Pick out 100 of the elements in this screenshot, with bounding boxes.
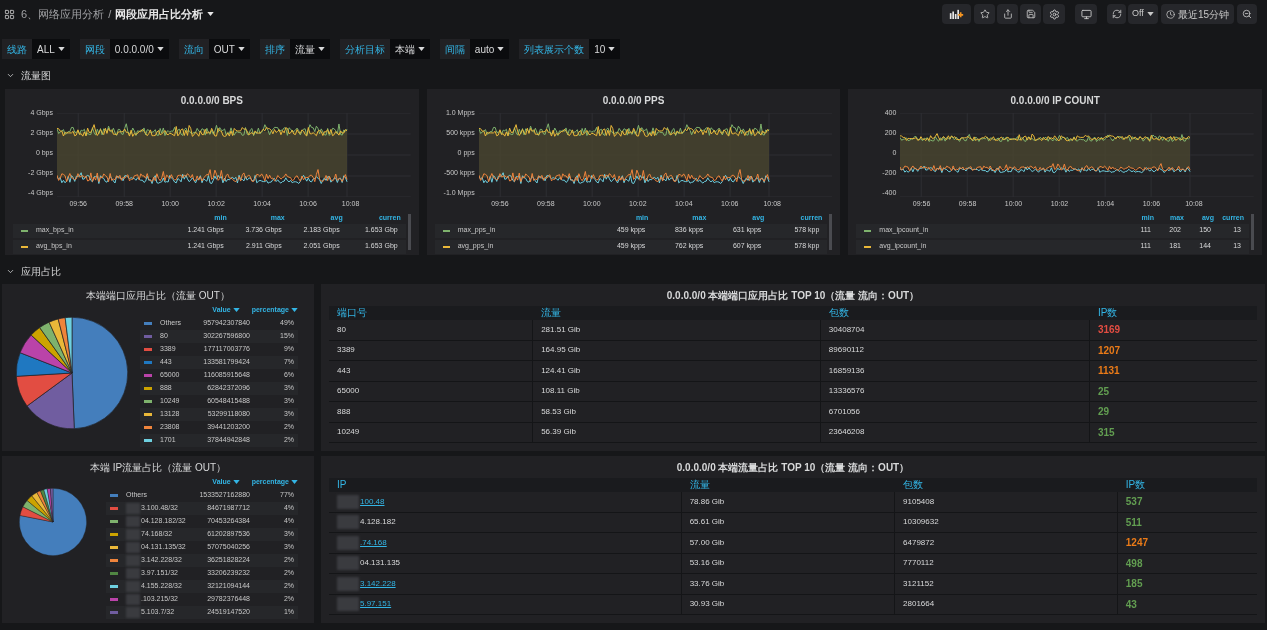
breadcrumb-folder[interactable]: 6、网络应用分析 bbox=[21, 5, 105, 23]
time-range-button[interactable]: 最近15分钟 bbox=[1160, 4, 1234, 24]
blur-mask bbox=[126, 568, 140, 579]
blur-mask bbox=[126, 581, 140, 592]
caret-icon bbox=[291, 480, 298, 484]
dashboard-title[interactable]: 网段应用占比分析 bbox=[115, 5, 215, 23]
column-header[interactable]: 流量 bbox=[681, 479, 896, 491]
table-cell-text: 315 bbox=[1097, 425, 1115, 440]
ip-link[interactable]: 3.142.228 bbox=[360, 577, 396, 590]
table-cell: 7770112 bbox=[903, 557, 934, 570]
refresh-interval-button[interactable]: Off bbox=[1128, 4, 1158, 24]
settings-button[interactable] bbox=[1043, 4, 1066, 24]
caret-icon bbox=[237, 47, 245, 51]
blur-mask bbox=[337, 535, 359, 550]
variable-label: 线路 bbox=[2, 39, 32, 59]
ip-link[interactable]: .74.168 bbox=[360, 536, 387, 549]
caret-icon bbox=[207, 12, 215, 16]
column-header[interactable]: 流量 bbox=[533, 307, 821, 319]
caret-icon bbox=[417, 47, 425, 51]
clock-icon bbox=[1165, 9, 1175, 19]
variable-dropdown[interactable]: 0.0.0.0/0 bbox=[109, 39, 169, 59]
monitor-icon bbox=[1080, 8, 1092, 20]
table-cell-text: 25 bbox=[1097, 384, 1110, 399]
refresh-icon bbox=[1111, 9, 1122, 19]
add-panel-button[interactable] bbox=[942, 4, 972, 24]
scrollbar[interactable] bbox=[829, 213, 833, 250]
table-cell: 9105408 bbox=[903, 495, 935, 508]
ip-link[interactable]: 5.97.151 bbox=[360, 598, 392, 611]
table-cell: 6479872 bbox=[903, 536, 935, 549]
row-header[interactable]: 流量图 bbox=[2, 67, 1265, 83]
scrollbar[interactable] bbox=[1251, 213, 1254, 250]
monitor-button[interactable] bbox=[1075, 4, 1098, 24]
table-cell: 89690112 bbox=[828, 344, 864, 357]
table-cell: 4.128.182 bbox=[360, 516, 396, 529]
panel-title: 0.0.0.0/0 IP COUNT bbox=[1009, 94, 1101, 108]
variable-dropdown[interactable]: 本端 bbox=[389, 39, 430, 59]
blur-mask bbox=[126, 516, 140, 527]
row-title: 流量图 bbox=[21, 68, 51, 83]
table-cell: 281.51 Gib bbox=[541, 323, 581, 336]
column-header[interactable]: IP数 bbox=[1089, 307, 1257, 319]
caret-icon bbox=[608, 47, 616, 51]
share-icon bbox=[1002, 9, 1013, 19]
table-cell: 23646208 bbox=[828, 426, 865, 439]
column-header[interactable]: 端口号 bbox=[329, 307, 534, 319]
column-header[interactable]: 包数 bbox=[820, 307, 1090, 319]
variable-dropdown[interactable]: 流量 bbox=[289, 39, 330, 59]
blur-mask bbox=[337, 494, 359, 509]
table-cell: 30.93 Gib bbox=[689, 598, 725, 611]
table-cell: 78.86 Gib bbox=[689, 495, 725, 508]
variable-label: 排序 bbox=[259, 39, 290, 59]
variable-dropdown[interactable]: ALL bbox=[32, 39, 70, 59]
column-header[interactable]: IP数 bbox=[1117, 479, 1257, 491]
table-cell: 65000 bbox=[337, 385, 360, 398]
variable-label: 网段 bbox=[79, 39, 110, 59]
breadcrumb-separator: / bbox=[108, 6, 112, 22]
blur-mask bbox=[337, 556, 359, 571]
variable-dropdown[interactable]: auto bbox=[469, 39, 510, 59]
variable-label: 流向 bbox=[178, 39, 209, 59]
caret-icon bbox=[232, 480, 240, 484]
caret-icon bbox=[156, 47, 164, 51]
table-cell: 10249 bbox=[337, 426, 360, 439]
save-button[interactable] bbox=[1020, 4, 1042, 24]
share-button[interactable] bbox=[997, 4, 1019, 24]
row-title: 应用占比 bbox=[21, 264, 61, 279]
table-cell: 33.76 Gib bbox=[689, 577, 725, 590]
scrollbar[interactable] bbox=[407, 213, 411, 250]
table-cell: 57.00 Gib bbox=[689, 536, 725, 549]
table-cell-text: 511 bbox=[1125, 515, 1142, 530]
ip-link[interactable]: 100.48 bbox=[360, 495, 385, 508]
variable-dropdown[interactable]: OUT bbox=[208, 39, 250, 59]
table-cell-text: 1131 bbox=[1097, 364, 1120, 379]
table-cell: 10309632 bbox=[903, 516, 939, 529]
table-cell-text: 537 bbox=[1125, 495, 1143, 510]
row-header[interactable]: 应用占比 bbox=[2, 263, 1265, 279]
table-cell: 16859136 bbox=[828, 364, 865, 377]
blur-mask bbox=[337, 597, 359, 612]
column-header[interactable]: 包数 bbox=[895, 479, 1118, 491]
zoom-out-icon bbox=[1242, 9, 1252, 19]
blur-mask bbox=[337, 576, 359, 591]
variable-label: 间隔 bbox=[439, 39, 470, 59]
dashboard-grid-icon[interactable] bbox=[4, 8, 15, 20]
bar-chart-plus-icon bbox=[949, 9, 965, 19]
table-cell: 6701056 bbox=[828, 405, 860, 418]
blur-mask bbox=[337, 515, 359, 530]
table-cell: 108.11 Gib bbox=[541, 385, 580, 398]
star-button[interactable] bbox=[974, 4, 996, 24]
table-cell: 56.39 Gib bbox=[541, 426, 576, 439]
panel-title: 0.0.0.0/0 BPS bbox=[179, 94, 244, 108]
zoom-out-button[interactable] bbox=[1237, 4, 1257, 24]
column-header[interactable]: IP bbox=[329, 479, 682, 491]
blur-mask bbox=[126, 555, 140, 566]
table-cell-text: 29 bbox=[1097, 405, 1110, 420]
blur-mask bbox=[126, 503, 140, 514]
blur-mask bbox=[126, 594, 140, 605]
table-cell: 65.61 Gib bbox=[689, 516, 725, 529]
table-cell: 164.95 Gib bbox=[541, 344, 581, 357]
table-cell: 13336576 bbox=[828, 385, 865, 398]
caret-icon bbox=[497, 47, 505, 51]
variable-dropdown[interactable]: 10 bbox=[589, 39, 621, 59]
refresh-button[interactable] bbox=[1107, 4, 1127, 24]
